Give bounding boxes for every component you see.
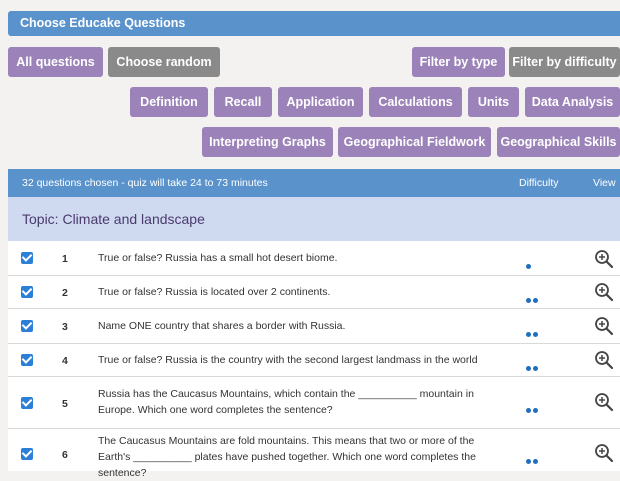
difficulty-dots <box>526 451 540 464</box>
difficulty-dots <box>526 400 540 413</box>
zoom-in-icon[interactable] <box>594 392 614 412</box>
type-filter-geographical-fieldwork[interactable]: Geographical Fieldwork <box>338 127 491 157</box>
question-checkbox[interactable] <box>21 354 33 366</box>
question-row: 5 Russia has the Caucasus Mountains, whi… <box>8 377 620 429</box>
questions-summary: 32 questions chosen - quiz will take 24 … <box>22 177 268 189</box>
question-number: 4 <box>62 355 68 367</box>
all-questions-button[interactable]: All questions <box>8 47 103 77</box>
choose-random-button[interactable]: Choose random <box>108 47 220 77</box>
type-filter-application[interactable]: Application <box>278 87 363 117</box>
filter-by-difficulty-button[interactable]: Filter by difficulty <box>509 47 620 77</box>
question-row: 4 True or false? Russia is the country w… <box>8 344 620 377</box>
difficulty-dots <box>526 256 533 269</box>
question-text: True or false? Russia is located over 2 … <box>98 286 331 298</box>
question-text: Russia has the Caucasus Mountains, which… <box>98 388 474 416</box>
topic-heading: Topic: Climate and landscape <box>8 197 620 241</box>
question-number: 5 <box>62 398 68 410</box>
type-filter-interpreting-graphs[interactable]: Interpreting Graphs <box>202 127 333 157</box>
question-text: The Caucasus Mountains are fold mountain… <box>98 435 476 479</box>
zoom-in-icon[interactable] <box>594 249 614 269</box>
question-number: 2 <box>62 287 68 299</box>
zoom-in-icon[interactable] <box>594 316 614 336</box>
type-filter-calculations[interactable]: Calculations <box>369 87 462 117</box>
question-list: 1 True or false? Russia has a small hot … <box>8 241 620 479</box>
question-checkbox[interactable] <box>21 320 33 332</box>
question-row: 6 The Caucasus Mountains are fold mounta… <box>8 429 620 479</box>
question-row: 2 True or false? Russia is located over … <box>8 276 620 309</box>
question-row: 3 Name ONE country that shares a border … <box>8 309 620 344</box>
question-checkbox[interactable] <box>21 397 33 409</box>
question-row: 1 True or false? Russia has a small hot … <box>8 241 620 276</box>
question-number: 3 <box>62 321 68 333</box>
difficulty-column-header: Difficulty <box>519 177 559 189</box>
filter-by-type-button[interactable]: Filter by type <box>412 47 505 77</box>
difficulty-dots <box>526 324 540 337</box>
choose-questions-header: Choose Educake Questions <box>8 11 620 36</box>
question-number: 6 <box>62 449 68 461</box>
view-column-header: View <box>593 177 616 189</box>
difficulty-dots <box>526 290 540 303</box>
zoom-in-icon[interactable] <box>594 282 614 302</box>
question-checkbox[interactable] <box>21 252 33 264</box>
question-checkbox[interactable] <box>21 286 33 298</box>
type-filter-recall[interactable]: Recall <box>214 87 272 117</box>
zoom-in-icon[interactable] <box>594 443 614 463</box>
zoom-in-icon[interactable] <box>594 350 614 370</box>
type-filter-definition[interactable]: Definition <box>130 87 208 117</box>
question-text: Name ONE country that shares a border wi… <box>98 320 346 332</box>
type-filter-geographical-skills[interactable]: Geographical Skills <box>497 127 620 157</box>
question-list-header: 32 questions chosen - quiz will take 24 … <box>8 169 620 197</box>
difficulty-dots <box>526 358 540 371</box>
question-text: True or false? Russia has a small hot de… <box>98 252 338 264</box>
type-filter-units[interactable]: Units <box>468 87 519 117</box>
question-text: True or false? Russia is the country wit… <box>98 354 478 366</box>
question-checkbox[interactable] <box>21 448 33 460</box>
type-filter-data-analysis[interactable]: Data Analysis <box>525 87 620 117</box>
question-number: 1 <box>62 253 68 265</box>
